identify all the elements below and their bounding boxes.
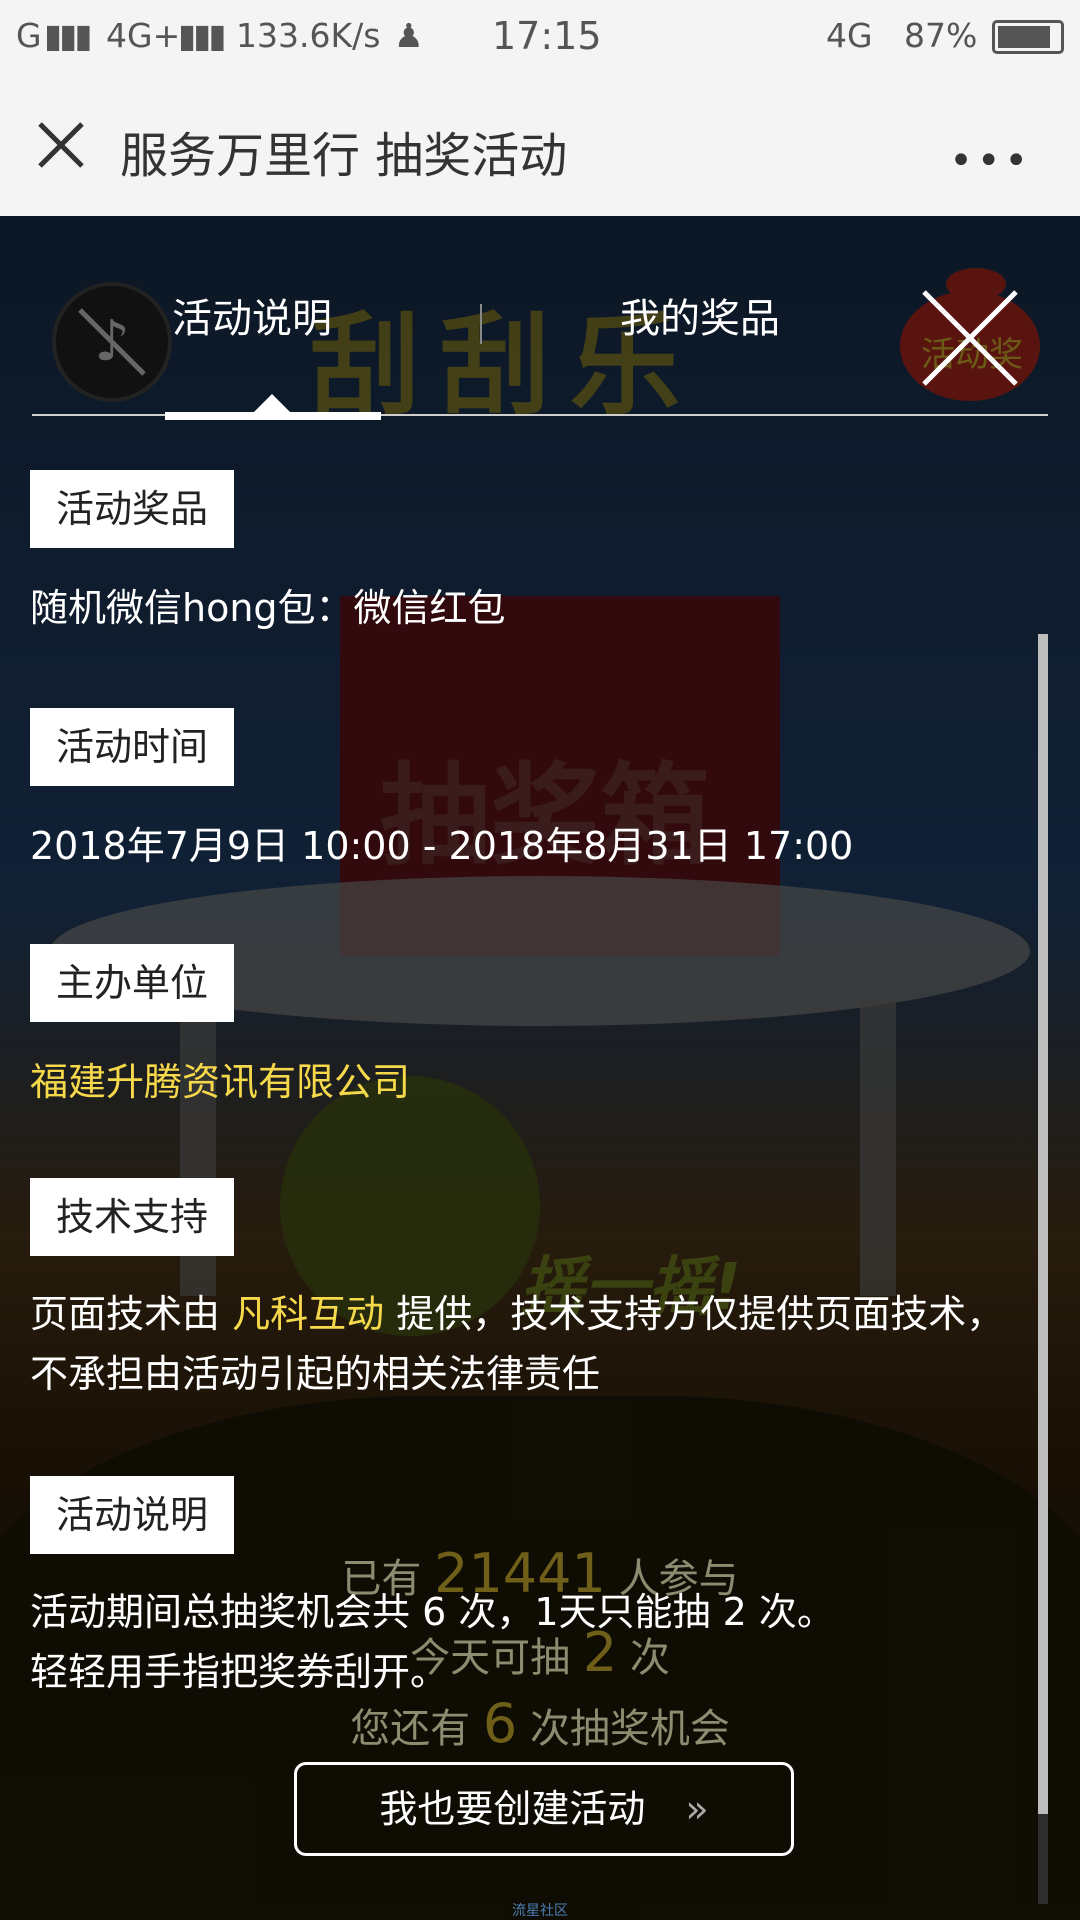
remaining-number: 6 — [482, 1692, 518, 1755]
create-activity-button[interactable]: 我也要创建活动 » — [294, 1762, 794, 1856]
double-chevron-right-icon: » — [685, 1787, 709, 1831]
carrier-label: G — [16, 16, 42, 55]
tab-activity-description[interactable]: 活动说明 — [172, 286, 332, 344]
remaining-draws: 您还有 6 次抽奖机会 — [350, 1692, 730, 1755]
organizer-name: 福建升腾资讯有限公司 — [30, 1060, 411, 1104]
tab-active-caret — [254, 394, 290, 412]
today-number: 2 — [582, 1621, 618, 1684]
battery-percent: 87% — [904, 16, 978, 55]
section-tech-support: 技术支持 页面技术由 凡科互动 提供，技术支持方仅提供页面技术，不承担由活动引起… — [30, 1178, 1010, 1404]
battery-icon — [992, 20, 1064, 54]
create-activity-label: 我也要创建活动 — [379, 1787, 646, 1831]
participant-number: 21441 — [434, 1542, 606, 1605]
qq-icon: ♟ — [394, 16, 424, 55]
participant-count: 已有 21441 人参与 — [341, 1542, 739, 1605]
tech-text-pre: 页面技术由 — [30, 1292, 233, 1336]
lottery-scene: 刮刮乐 抽奖箱 摇一摇! ♪ 活动奖 活动说明 我的奖品 活动奖品 — [0, 216, 1080, 1920]
tab-bar: 活动说明 我的奖品 — [32, 286, 1048, 376]
nav-bar: 服务万里行 抽奖活动 ••• — [0, 74, 1080, 217]
section-text: 2018年7月9日 10:00 - 2018年8月31日 17:00 — [30, 824, 854, 868]
tab-my-prizes[interactable]: 我的奖品 — [620, 286, 780, 344]
network-speed: 133.6K/s — [236, 16, 381, 55]
section-label: 活动奖品 — [30, 470, 235, 548]
tab-separator — [480, 304, 482, 344]
section-organizer: 主办单位 福建升腾资讯有限公司 — [30, 944, 1010, 1112]
section-label: 主办单位 — [30, 944, 235, 1022]
close-icon[interactable] — [34, 118, 88, 172]
section-time: 活动时间 2018年7月9日 10:00 - 2018年8月31日 17:00 — [30, 708, 1010, 876]
today-draws: 今天可抽 2 次 — [410, 1621, 670, 1684]
footer-watermark: 流星社区 — [512, 1903, 568, 1919]
clock: 17:15 — [492, 14, 602, 58]
tech-provider-link[interactable]: 凡科互动 — [232, 1292, 384, 1336]
section-label: 技术支持 — [30, 1178, 235, 1256]
status-bar: G ▮▮▮ 4G+ ▮▮▮ 133.6K/s ♟ 17:15 4G 87% — [0, 0, 1080, 74]
section-prizes: 活动奖品 随机微信hong包：微信红包 — [30, 470, 1010, 638]
signal-icon-2: ▮▮▮ — [178, 16, 227, 55]
more-icon[interactable]: ••• — [949, 138, 1032, 184]
network-label-2: 4G — [826, 16, 873, 55]
signal-icon: ▮▮▮ — [44, 16, 93, 55]
section-label: 活动时间 — [30, 708, 235, 786]
section-text: 页面技术由 凡科互动 提供，技术支持方仅提供页面技术，不承担由活动引起的相关法律… — [30, 1284, 1010, 1404]
page-title: 服务万里行 抽奖活动 — [120, 128, 568, 184]
section-text: 随机微信hong包：微信红包 — [30, 586, 506, 630]
participant-stats: 已有 21441 人参与 今天可抽 2 次 您还有 6 次抽奖机会 — [0, 1542, 1080, 1755]
tab-active-indicator — [165, 412, 381, 420]
network-label: 4G+ — [106, 16, 181, 55]
